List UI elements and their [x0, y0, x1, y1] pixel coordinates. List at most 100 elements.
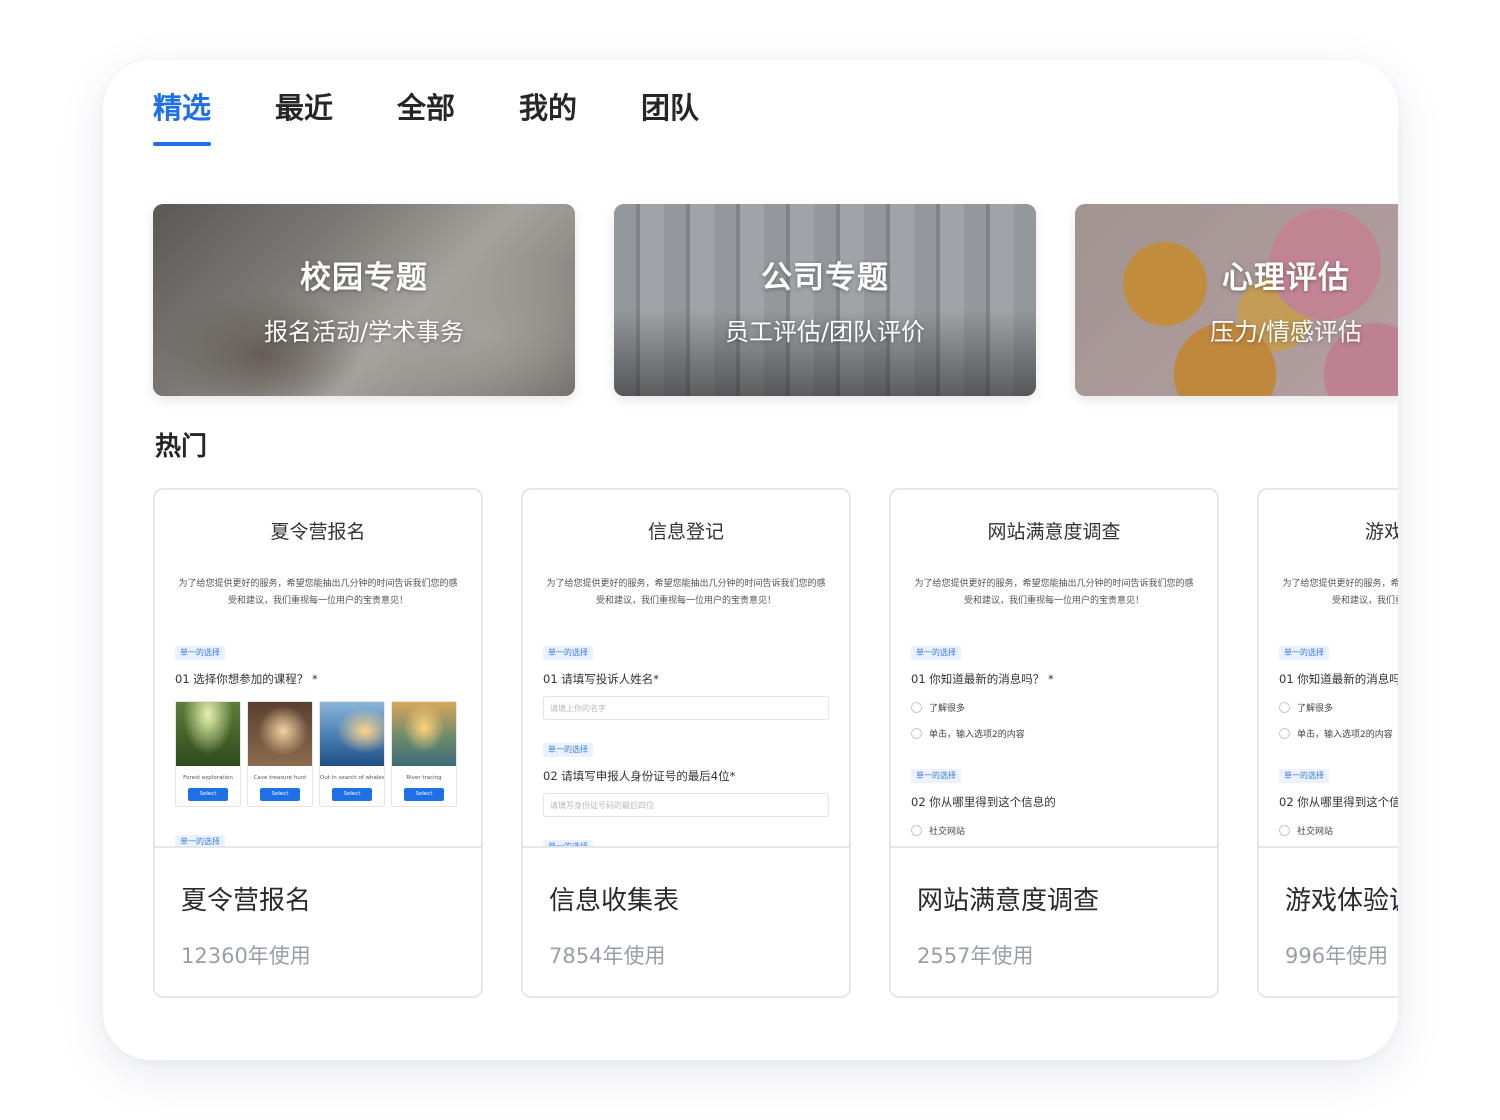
radio-option[interactable]: 单击，输入选项2的内容 [911, 727, 1025, 740]
card-info: 信息收集表 7854年使用 [523, 846, 849, 996]
select-button[interactable]: Select [188, 788, 228, 801]
option-label: 单击，输入选项2的内容 [1297, 730, 1393, 740]
template-card-game-experience[interactable]: 游戏体验调查 为了给您提供更好的服务，希望您能抽出几分钟的时间告诉我们您的感受和… [1257, 488, 1398, 998]
option-label: 单击，输入选项2的内容 [929, 730, 1025, 740]
image-option[interactable]: River tracing Select [391, 701, 457, 807]
banner-psychology[interactable]: 心理评估 压力/情感评估 [1075, 204, 1398, 396]
hot-section-title: 热门 [155, 432, 208, 462]
option-caption: River tracing [406, 775, 442, 781]
template-name: 夏令营报名 [181, 886, 312, 916]
tab-recent[interactable]: 最近 [275, 88, 333, 148]
tab-team[interactable]: 团队 [641, 88, 699, 148]
preview-description: 为了给您提供更好的服务，希望您能抽出几分钟的时间告诉我们您的感受和建议，我们重视… [914, 579, 1194, 606]
tab-all[interactable]: 全部 [397, 88, 455, 148]
option-caption: Cave treasure hunt [253, 775, 307, 781]
question-text: 01 你知道最新的消息吗？ * [911, 672, 1054, 686]
card-info: 夏令营报名 12360年使用 [155, 846, 481, 996]
option-image [248, 702, 312, 766]
tab-mine[interactable]: 我的 [519, 88, 577, 148]
banner-subtitle: 员工评估/团队评价 [724, 318, 926, 346]
question-type-tag: 单一的选择 [543, 743, 593, 757]
radio-button[interactable] [1279, 728, 1290, 739]
preview-description: 为了给您提供更好的服务，希望您能抽出几分钟的时间告诉我们您的感受和建议，我们重视… [1282, 579, 1398, 606]
tab-label: 我的 [519, 91, 578, 125]
banner-title: 心理评估 [1222, 260, 1350, 296]
radio-option[interactable]: 社交网站 [911, 824, 965, 837]
usage-count: 2557年使用 [917, 944, 1034, 968]
preview-title: 游戏体验调查 [1364, 521, 1398, 543]
banner-overlay [1075, 204, 1398, 396]
question-text: 01 选择你想参加的课程？ * [175, 672, 318, 686]
banner-title: 校园专题 [300, 260, 428, 296]
question-type-tag: 单一的选择 [175, 835, 225, 846]
tab-label: 全部 [397, 91, 456, 125]
option-label: 社交网站 [1297, 827, 1334, 837]
template-gallery-panel: 精选 最近 全部 我的 团队 校园专题 报名活动/学术事务 公司专题 员工评估/… [103, 60, 1398, 1060]
tab-featured[interactable]: 精选 [153, 88, 212, 148]
radio-button[interactable] [911, 728, 922, 739]
option-label: 了解很多 [1297, 704, 1334, 714]
option-label: 了解很多 [929, 704, 966, 714]
image-option[interactable]: Out in search of whales Select [319, 701, 385, 807]
preview-title: 信息登记 [647, 521, 724, 543]
radio-option[interactable]: 单击，输入选项2的内容 [1279, 727, 1393, 740]
banner-campus[interactable]: 校园专题 报名活动/学术事务 [153, 204, 575, 396]
banner-title: 公司专题 [761, 260, 889, 296]
form-preview: 信息登记 为了给您提供更好的服务，希望您能抽出几分钟的时间告诉我们您的感受和建议… [523, 490, 849, 846]
image-option[interactable]: Forest exploration Select [175, 701, 241, 807]
form-preview: 夏令营报名 为了给您提供更好的服务，希望您能抽出几分钟的时间告诉我们您的感受和建… [155, 490, 481, 846]
banner-overlay [614, 204, 1036, 396]
radio-button[interactable] [1279, 702, 1290, 713]
template-card-summer-camp[interactable]: 夏令营报名 为了给您提供更好的服务，希望您能抽出几分钟的时间告诉我们您的感受和建… [153, 488, 483, 998]
radio-button[interactable] [1279, 825, 1290, 836]
form-preview: 网站满意度调查 为了给您提供更好的服务，希望您能抽出几分钟的时间告诉我们您的感受… [891, 490, 1217, 846]
form-preview: 游戏体验调查 为了给您提供更好的服务，希望您能抽出几分钟的时间告诉我们您的感受和… [1259, 490, 1398, 846]
question-type-tag: 单一的选择 [1279, 769, 1329, 783]
banner-overlay [153, 204, 575, 396]
template-card-info-registration[interactable]: 信息登记 为了给您提供更好的服务，希望您能抽出几分钟的时间告诉我们您的感受和建议… [521, 488, 851, 998]
radio-option[interactable]: 社交网站 [1279, 824, 1333, 837]
question-type-tag: 单一的选择 [911, 769, 961, 783]
question-type-tag: 单一的选择 [1279, 646, 1329, 660]
option-caption: Out in search of whales [320, 775, 384, 781]
option-image [392, 702, 456, 766]
banner-subtitle: 报名活动/学术事务 [263, 318, 465, 346]
image-option[interactable]: Cave treasure hunt Select [247, 701, 313, 807]
card-info: 游戏体验调查 996年使用 [1259, 846, 1398, 996]
template-card-site-satisfaction[interactable]: 网站满意度调查 为了给您提供更好的服务，希望您能抽出几分钟的时间告诉我们您的感受… [889, 488, 1219, 998]
option-label: 社交网站 [929, 827, 966, 837]
option-caption: Forest exploration [183, 775, 233, 781]
select-button[interactable]: Select [260, 788, 300, 801]
preview-description: 为了给您提供更好的服务，希望您能抽出几分钟的时间告诉我们您的感受和建议，我们重视… [546, 579, 826, 606]
question-text: 02 你从哪里得到这个信息的 [911, 795, 1056, 809]
id-number-input[interactable]: 请填写身份证号码的最后四位 [543, 793, 829, 817]
image-options: Forest exploration Select Cave treasure … [175, 701, 457, 807]
question-type-tag: 单一的选择 [543, 646, 593, 660]
question-text: 01 你知道最新的消息吗？ * [1279, 672, 1398, 686]
active-tab-indicator [153, 142, 212, 146]
tab-label: 最近 [275, 91, 334, 125]
select-button[interactable]: Select [404, 788, 444, 801]
card-info: 网站满意度调查 2557年使用 [891, 846, 1217, 996]
banner-subtitle: 压力/情感评估 [1209, 318, 1363, 346]
preview-title: 网站满意度调查 [987, 521, 1121, 543]
option-image [320, 702, 384, 766]
question-text: 02 你从哪里得到这个信息的 [1279, 795, 1398, 809]
tab-label: 精选 [153, 91, 212, 125]
tab-label: 团队 [641, 91, 700, 125]
question-text: 01 请填写投诉人姓名* [543, 672, 660, 686]
radio-button[interactable] [911, 702, 922, 713]
question-type-tag: 单一的选择 [175, 646, 225, 660]
radio-option[interactable]: 了解很多 [1279, 701, 1333, 714]
banner-company[interactable]: 公司专题 员工评估/团队评价 [614, 204, 1036, 396]
radio-option[interactable]: 了解很多 [911, 701, 965, 714]
name-input[interactable]: 请填上你的名字 [543, 696, 829, 720]
template-name: 游戏体验调查 [1285, 886, 1398, 916]
radio-button[interactable] [911, 825, 922, 836]
usage-count: 12360年使用 [181, 944, 311, 968]
select-button[interactable]: Select [332, 788, 372, 801]
usage-count: 7854年使用 [549, 944, 666, 968]
template-name: 信息收集表 [549, 886, 680, 916]
usage-count: 996年使用 [1285, 944, 1389, 968]
preview-description: 为了给您提供更好的服务，希望您能抽出几分钟的时间告诉我们您的感受和建议，我们重视… [178, 579, 458, 606]
